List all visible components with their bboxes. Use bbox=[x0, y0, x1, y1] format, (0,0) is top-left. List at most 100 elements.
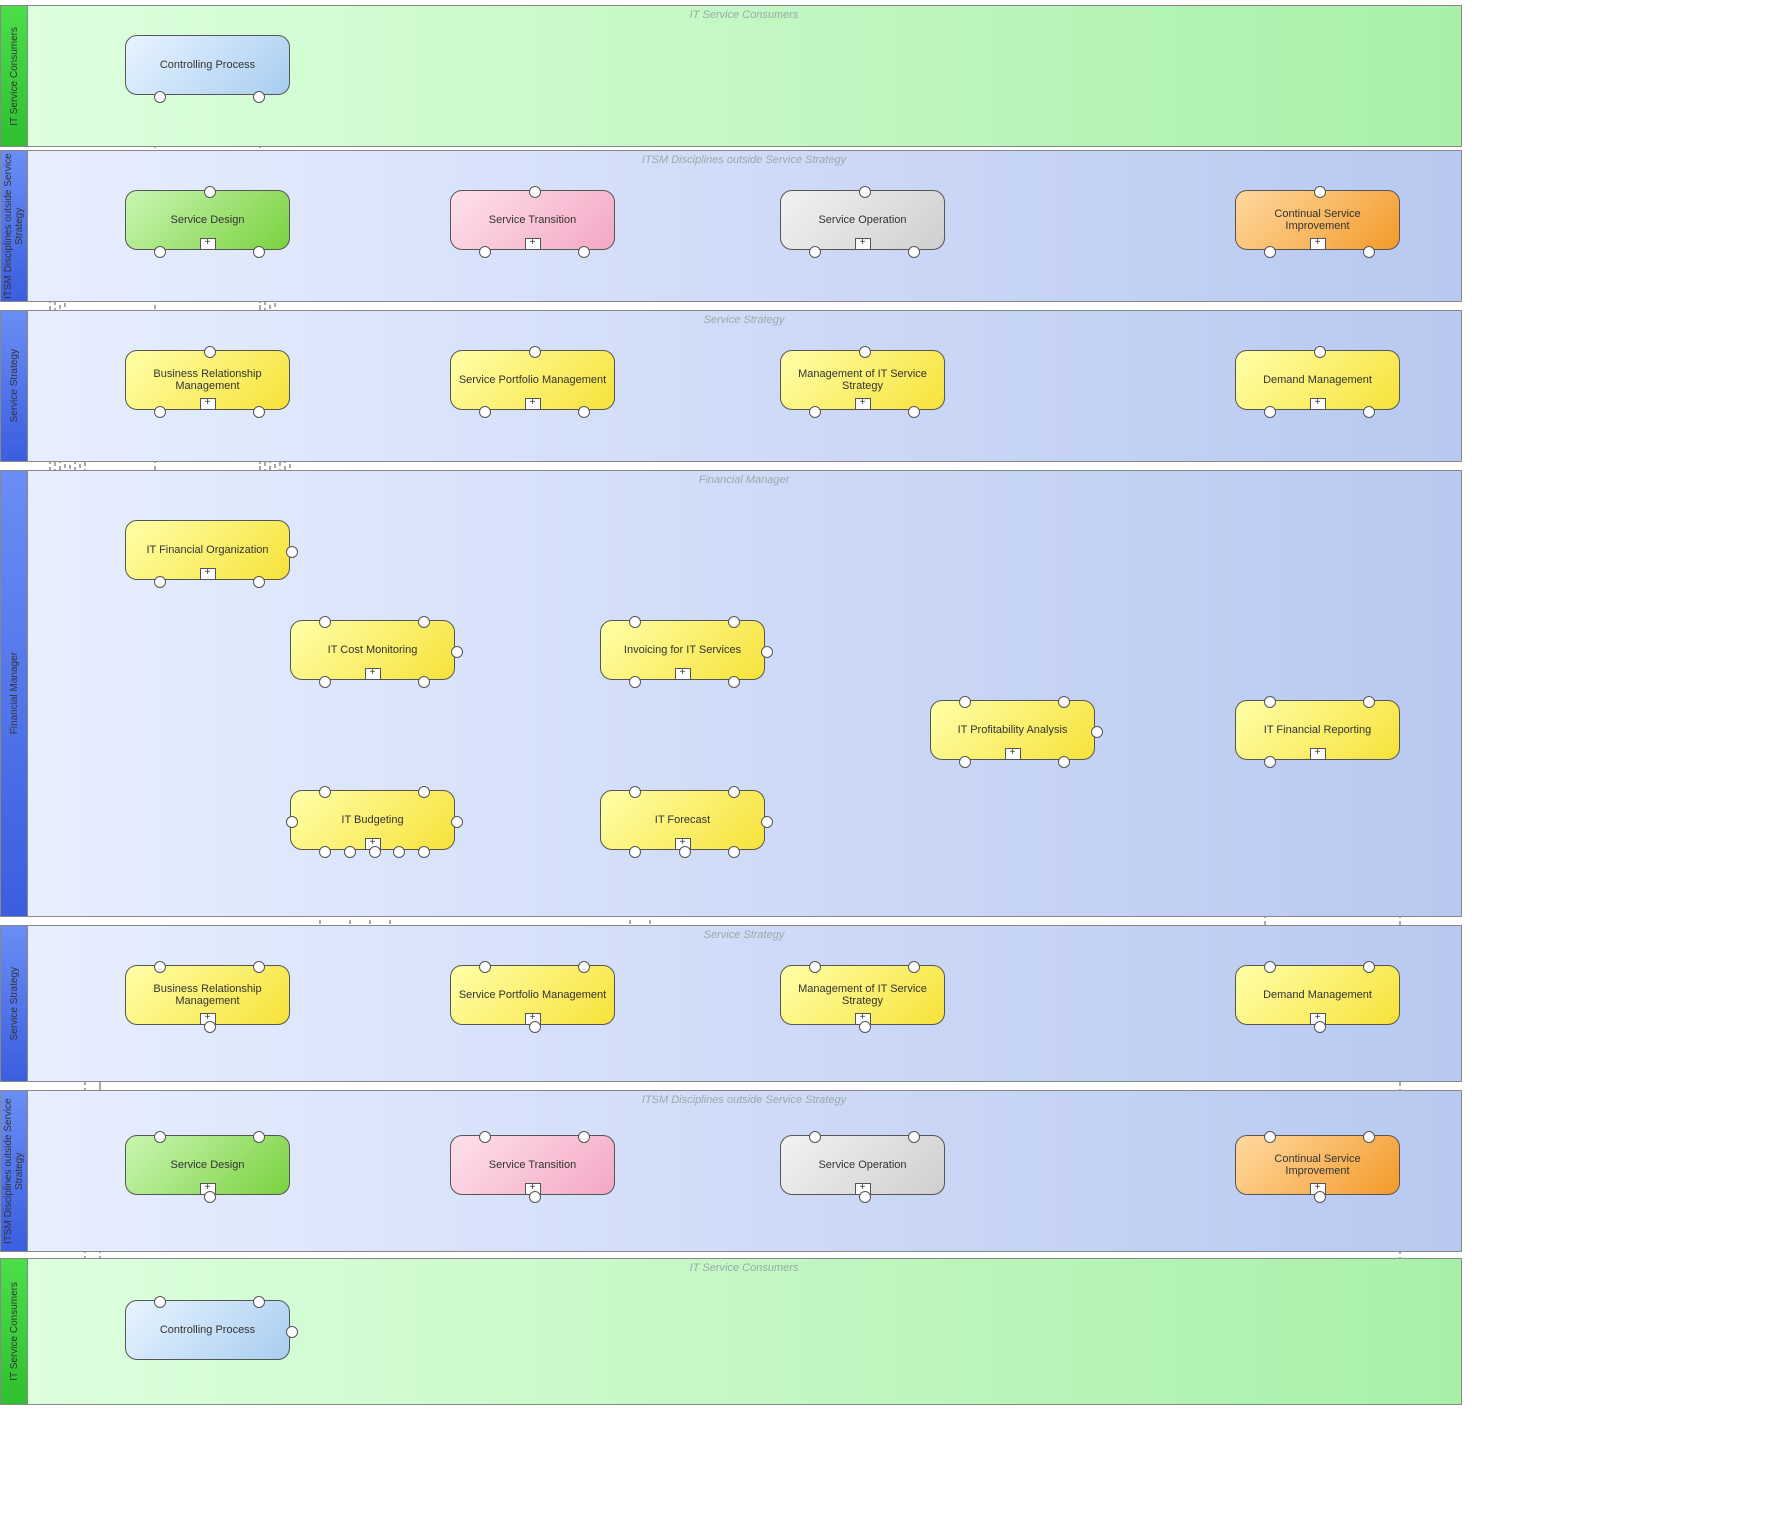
port-icon bbox=[253, 246, 265, 258]
port-icon bbox=[959, 696, 971, 708]
port-icon bbox=[1264, 756, 1276, 768]
node-cp1[interactable]: Controlling Process bbox=[125, 35, 290, 95]
port-icon bbox=[1264, 961, 1276, 973]
node-dm1[interactable]: Demand Management + bbox=[1235, 350, 1400, 410]
node-so1[interactable]: Service Operation+ bbox=[780, 190, 945, 250]
port-icon bbox=[1363, 696, 1375, 708]
node-prof[interactable]: IT Profitability Analysis+ bbox=[930, 700, 1095, 760]
port-icon bbox=[154, 91, 166, 103]
node-label: Invoicing for IT Services bbox=[624, 644, 741, 656]
node-rep[interactable]: IT Financial Reporting+ bbox=[1235, 700, 1400, 760]
port-icon bbox=[253, 1296, 265, 1308]
lane-title: Service Strategy bbox=[27, 314, 1461, 326]
lane-label-text: ITSM Disciplines outside Service Strateg… bbox=[3, 151, 25, 301]
node-label: Controlling Process bbox=[160, 59, 255, 71]
node-label: Demand Management bbox=[1263, 374, 1372, 386]
node-brm1[interactable]: Business Relationship Management+ bbox=[125, 350, 290, 410]
port-icon bbox=[1264, 406, 1276, 418]
port-icon bbox=[253, 1131, 265, 1143]
subprocess-icon: + bbox=[200, 238, 216, 250]
subprocess-icon: + bbox=[365, 668, 381, 680]
port-icon bbox=[253, 961, 265, 973]
port-icon bbox=[908, 1131, 920, 1143]
node-csi2[interactable]: Continual Service Improvement+ bbox=[1235, 1135, 1400, 1195]
node-spm1[interactable]: Service Portfolio Management+ bbox=[450, 350, 615, 410]
port-icon bbox=[253, 91, 265, 103]
port-icon bbox=[319, 846, 331, 858]
lane-label-text: Financial Manager bbox=[9, 652, 20, 734]
node-bud[interactable]: IT Budgeting+ bbox=[290, 790, 455, 850]
node-label: Service Portfolio Management bbox=[459, 374, 606, 386]
port-icon bbox=[204, 186, 216, 198]
port-icon bbox=[629, 846, 641, 858]
port-icon bbox=[1363, 1131, 1375, 1143]
port-icon bbox=[418, 786, 430, 798]
port-icon bbox=[529, 1021, 541, 1033]
port-icon bbox=[578, 246, 590, 258]
node-spm2[interactable]: Service Portfolio Management+ bbox=[450, 965, 615, 1025]
node-label: Business Relationship Management bbox=[132, 368, 283, 392]
port-icon bbox=[629, 786, 641, 798]
node-inv[interactable]: Invoicing for IT Services+ bbox=[600, 620, 765, 680]
node-fio[interactable]: IT Financial Organization+ bbox=[125, 520, 290, 580]
node-cp2[interactable]: Controlling Process bbox=[125, 1300, 290, 1360]
lane-title: ITSM Disciplines outside Service Strateg… bbox=[27, 1094, 1461, 1106]
port-icon bbox=[859, 1021, 871, 1033]
subprocess-icon: + bbox=[1310, 398, 1326, 410]
port-icon bbox=[369, 846, 381, 858]
node-label: IT Profitability Analysis bbox=[958, 724, 1068, 736]
port-icon bbox=[204, 1191, 216, 1203]
port-icon bbox=[728, 676, 740, 688]
port-icon bbox=[1058, 696, 1070, 708]
node-so2[interactable]: Service Operation+ bbox=[780, 1135, 945, 1195]
port-icon bbox=[319, 786, 331, 798]
lane-label-text: Service Strategy bbox=[9, 349, 20, 422]
port-icon bbox=[908, 246, 920, 258]
lane-label-text: Service Strategy bbox=[9, 967, 20, 1040]
node-cm[interactable]: IT Cost Monitoring + bbox=[290, 620, 455, 680]
port-icon bbox=[728, 786, 740, 798]
node-label: Service Operation bbox=[818, 214, 906, 226]
node-sd1[interactable]: Service Design+ bbox=[125, 190, 290, 250]
node-label: Service Design bbox=[171, 1159, 245, 1171]
port-icon bbox=[728, 846, 740, 858]
port-icon bbox=[859, 346, 871, 358]
node-sd2[interactable]: Service Design+ bbox=[125, 1135, 290, 1195]
port-icon bbox=[286, 816, 298, 828]
node-mits2[interactable]: Management of IT Service Strategy+ bbox=[780, 965, 945, 1025]
port-icon bbox=[1314, 186, 1326, 198]
node-label: Business Relationship Management bbox=[132, 983, 283, 1007]
bpmn-diagram: IT Service Consumers IT Service Consumers… bbox=[0, 0, 1765, 1524]
port-icon bbox=[908, 406, 920, 418]
port-icon bbox=[418, 616, 430, 628]
node-label: Management of IT Service Strategy bbox=[787, 983, 938, 1007]
port-icon bbox=[529, 186, 541, 198]
node-label: IT Cost Monitoring bbox=[328, 644, 418, 656]
lane-label: Service Strategy bbox=[1, 311, 28, 461]
node-label: Management of IT Service Strategy bbox=[787, 368, 938, 392]
node-label: Continual Service Improvement bbox=[1242, 208, 1393, 232]
node-brm2[interactable]: Business Relationship Management+ bbox=[125, 965, 290, 1025]
node-st1[interactable]: Service Transition+ bbox=[450, 190, 615, 250]
node-st2[interactable]: Service Transition+ bbox=[450, 1135, 615, 1195]
lane-title: IT Service Consumers bbox=[27, 1262, 1461, 1274]
port-icon bbox=[451, 816, 463, 828]
port-icon bbox=[629, 616, 641, 628]
port-icon bbox=[629, 676, 641, 688]
node-fc[interactable]: IT Forecast+ bbox=[600, 790, 765, 850]
lane-title: Service Strategy bbox=[27, 929, 1461, 941]
node-dm2[interactable]: Demand Management+ bbox=[1235, 965, 1400, 1025]
node-label: Service Transition bbox=[489, 214, 576, 226]
port-icon bbox=[859, 186, 871, 198]
node-csi1[interactable]: Continual Service Improvement + bbox=[1235, 190, 1400, 250]
lane-title: IT Service Consumers bbox=[27, 9, 1461, 21]
port-icon bbox=[204, 1021, 216, 1033]
port-icon bbox=[154, 1296, 166, 1308]
port-icon bbox=[1058, 756, 1070, 768]
port-icon bbox=[154, 1131, 166, 1143]
subprocess-icon: + bbox=[1310, 238, 1326, 250]
port-icon bbox=[154, 961, 166, 973]
node-mits1[interactable]: Management of IT Service Strategy + bbox=[780, 350, 945, 410]
port-icon bbox=[1363, 406, 1375, 418]
subprocess-icon: + bbox=[855, 398, 871, 410]
